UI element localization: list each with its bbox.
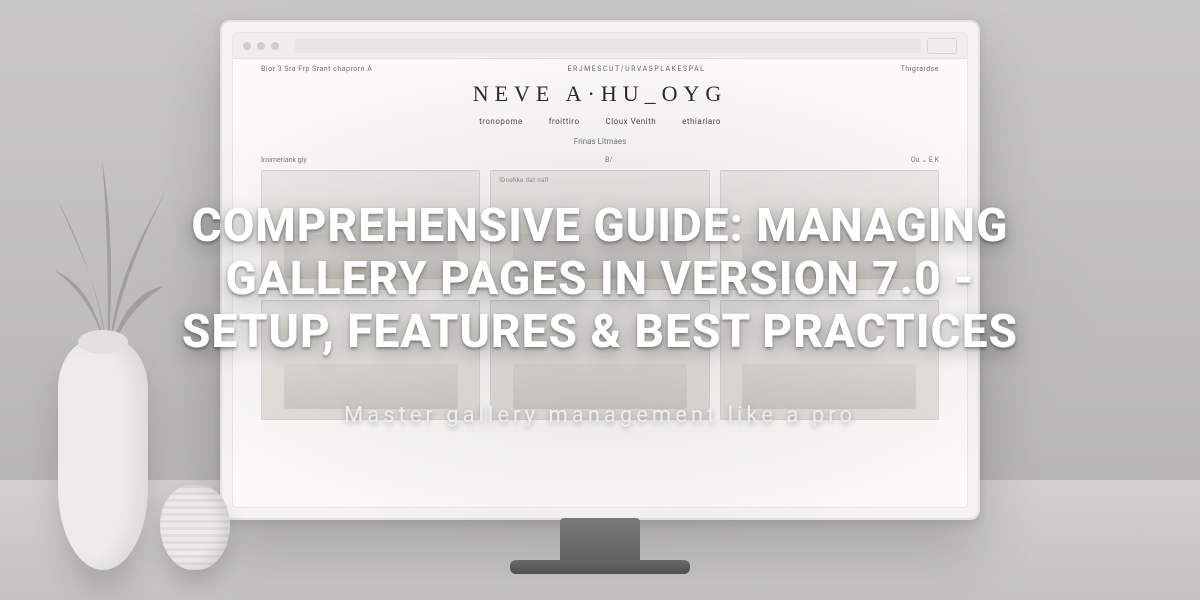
hero-headline: Comprehensive Guide: Managing Gallery Pa… bbox=[160, 200, 1040, 359]
hero-stage: Bior 3 Sra Frp Srant chaprorn A ERJMESCU… bbox=[0, 0, 1200, 600]
hero-subtitle: Master gallery management like a pro bbox=[344, 403, 856, 428]
hero-overlay: Comprehensive Guide: Managing Gallery Pa… bbox=[0, 0, 1200, 600]
